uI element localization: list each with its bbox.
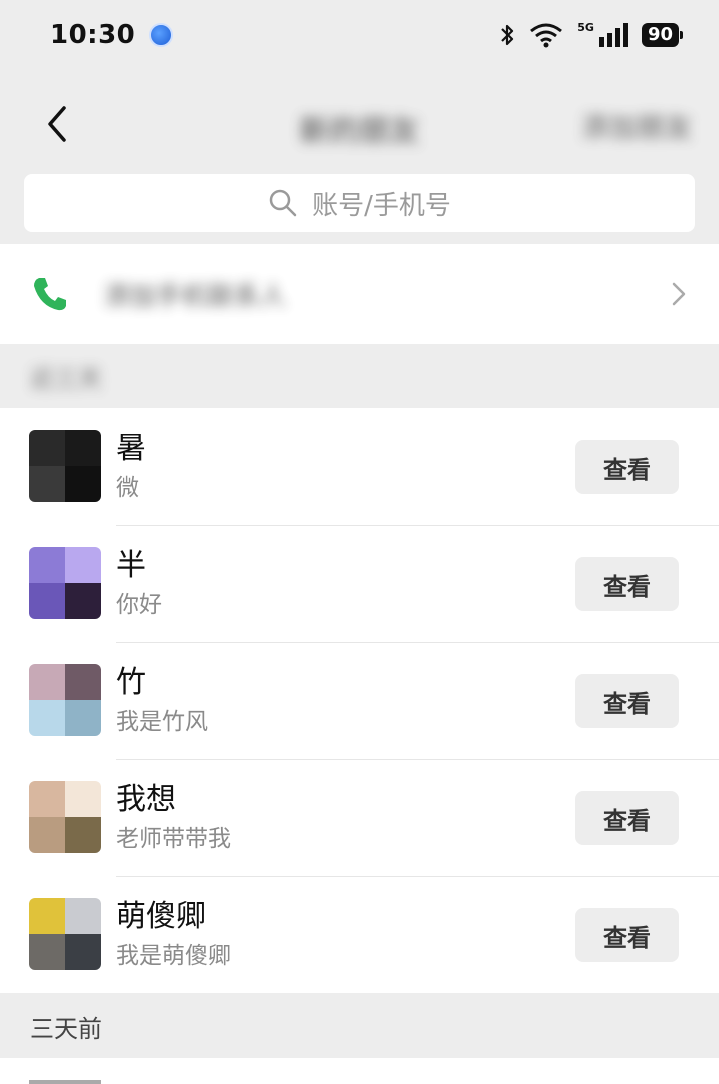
view-button[interactable]: 查看 (575, 674, 679, 728)
view-button[interactable]: 查看 (575, 791, 679, 845)
avatar-pixel (29, 430, 65, 466)
avatar-pixel (29, 664, 65, 700)
friend-request-item[interactable]: 萌傻卿我是萌傻卿 查看 (0, 876, 719, 993)
avatar-pixel (29, 898, 65, 934)
friend-request-item[interactable]: 暑微 查看 (0, 408, 719, 525)
friend-message: 老师带带我 (116, 826, 231, 852)
section-three-days-ago-label: 三天前 (30, 1014, 102, 1043)
friend-name: 萌傻卿 (116, 899, 206, 934)
avatar-pixel (65, 700, 101, 736)
network-type-label: 5G (577, 20, 594, 34)
list-item-partial (0, 1058, 719, 1084)
view-button[interactable]: 查看 (575, 440, 679, 494)
status-left: 10:30 (50, 20, 174, 50)
add-phone-contacts-row[interactable]: 添加手机联系人 (0, 244, 719, 344)
add-friend-button[interactable]: 添加朋友 (581, 106, 693, 146)
friend-message: 微 (116, 475, 139, 501)
avatar-partial (29, 1080, 101, 1084)
avatar[interactable] (29, 781, 101, 853)
avatar-pixel (65, 664, 101, 700)
browser-globe-icon (149, 23, 174, 47)
section-recent-label: 近三天 (30, 364, 102, 393)
avatar-pixel (29, 466, 65, 502)
friend-message: 我是萌傻卿 (116, 943, 231, 969)
avatar[interactable] (29, 547, 101, 619)
navigation-bar: 新的朋友 添加朋友 (0, 88, 719, 160)
avatar-pixel (29, 934, 65, 970)
view-button[interactable]: 查看 (575, 908, 679, 962)
section-header-recent: 近三天 (0, 344, 719, 408)
avatar[interactable] (29, 664, 101, 736)
search-input[interactable]: 账号/手机号 (24, 174, 695, 232)
avatar-pixel (29, 781, 65, 817)
friend-text: 半你好 (116, 547, 162, 619)
friend-request-item[interactable]: 我想老师带带我 查看 (0, 759, 719, 876)
status-bar: 10:30 5G 90 (0, 0, 719, 70)
friend-text: 我想 老师带带我 (116, 781, 231, 853)
add-phone-contacts-label: 添加手机联系人 (104, 281, 287, 312)
avatar[interactable] (29, 898, 101, 970)
view-button[interactable]: 查看 (575, 557, 679, 611)
avatar[interactable] (29, 430, 101, 502)
friend-text: 竹我是竹风 (116, 664, 208, 736)
status-right: 5G 90 (499, 20, 684, 48)
friend-name: 半 (116, 548, 146, 583)
friend-name: 暑 (116, 431, 146, 466)
avatar-pixel (29, 547, 65, 583)
avatar-pixel (29, 700, 65, 736)
avatar-pixel (65, 898, 101, 934)
avatar-pixel (65, 781, 101, 817)
friend-request-list: 暑微查看半你好 查看竹我是竹风 查看 我想 老师带带我 查看 萌傻卿 我是萌傻卿 查看 (0, 408, 719, 993)
avatar-pixel (65, 817, 101, 853)
friend-message: 你好 (116, 592, 162, 618)
chevron-right-icon (672, 282, 686, 306)
friend-name: 我想 (116, 782, 176, 817)
avatar-pixel (65, 583, 101, 619)
search-icon (269, 189, 297, 217)
avatar-pixel (65, 547, 101, 583)
status-time: 10:30 (50, 20, 136, 50)
friend-message: 我是竹风 (116, 709, 208, 735)
avatar-pixel (65, 466, 101, 502)
battery-indicator: 90 (641, 23, 684, 47)
section-header-three-days-ago: 三天前 (0, 994, 719, 1058)
signal-icon (598, 23, 628, 47)
friend-request-item[interactable]: 竹我是竹风 查看 (0, 642, 719, 759)
phone-icon (34, 278, 66, 311)
friend-request-item[interactable]: 半你好 查看 (0, 525, 719, 642)
bluetooth-icon (501, 24, 514, 46)
avatar-pixel (29, 817, 65, 853)
friend-text: 萌傻卿 我是萌傻卿 (116, 898, 231, 970)
friend-name: 竹 (116, 665, 146, 700)
wifi-icon (530, 23, 563, 48)
avatar-pixel (65, 430, 101, 466)
avatar-pixel (29, 583, 65, 619)
search-placeholder: 账号/手机号 (312, 190, 451, 221)
avatar-pixel (65, 934, 101, 970)
friend-text: 暑微 (116, 430, 146, 502)
